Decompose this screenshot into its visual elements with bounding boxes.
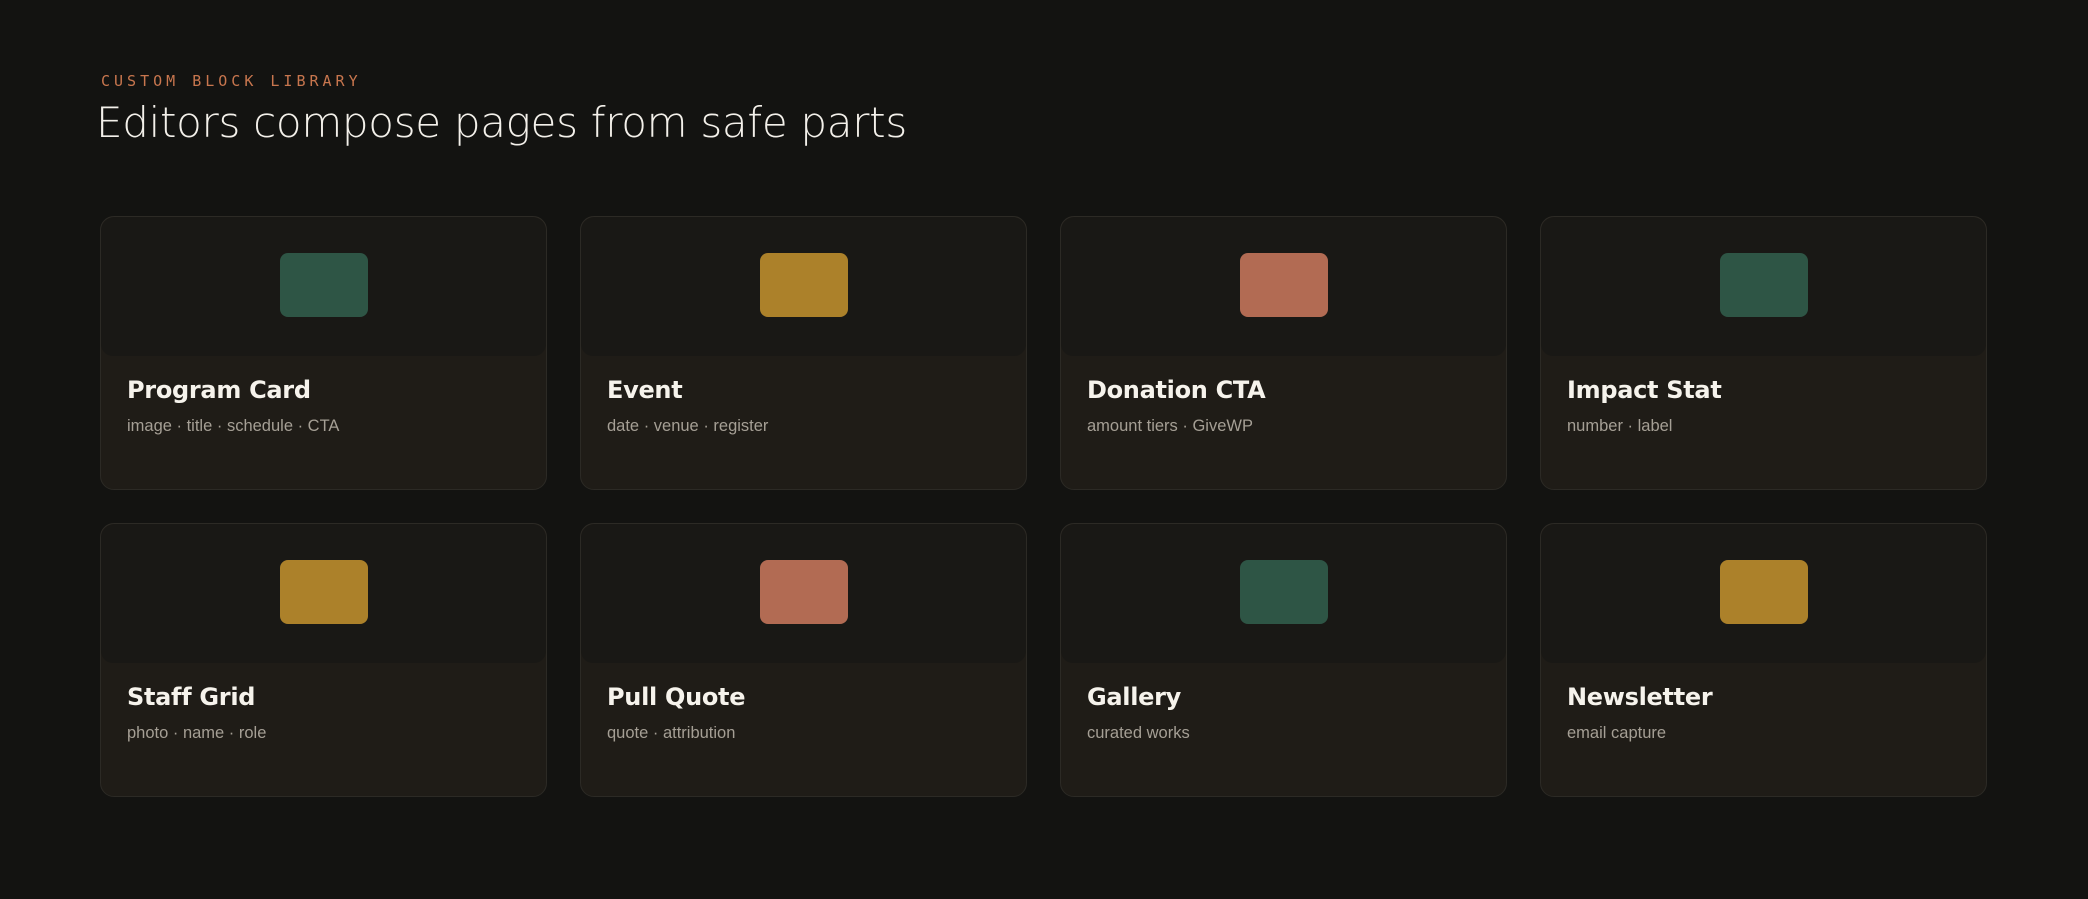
block-swatch (1719, 559, 1808, 624)
block-title: Event (607, 376, 683, 404)
block-swatch (279, 252, 368, 317)
block-title: Newsletter (1567, 683, 1713, 711)
block-card-staff-grid[interactable]: Staff Grid photo · name · role (100, 523, 547, 797)
section-eyebrow: CUSTOM BLOCK LIBRARY (101, 72, 362, 90)
block-fields: photo · name · role (127, 723, 267, 742)
block-fields: amount tiers · GiveWP (1087, 416, 1253, 435)
block-swatch (279, 559, 368, 624)
block-thumbnail (101, 217, 546, 356)
block-card-gallery[interactable]: Gallery curated works (1060, 523, 1507, 797)
page-title: Editors compose pages from safe parts (96, 98, 907, 147)
block-thumbnail (101, 524, 546, 663)
block-card-program-card[interactable]: Program Card image · title · schedule · … (100, 216, 547, 490)
block-thumbnail (581, 217, 1026, 356)
block-library-grid: Program Card image · title · schedule · … (100, 216, 1987, 797)
block-card-newsletter[interactable]: Newsletter email capture (1540, 523, 1987, 797)
block-card-pull-quote[interactable]: Pull Quote quote · attribution (580, 523, 1027, 797)
block-thumbnail (1541, 217, 1986, 356)
block-fields: date · venue · register (607, 416, 769, 435)
block-fields: image · title · schedule · CTA (127, 416, 340, 435)
block-fields: email capture (1567, 723, 1667, 742)
block-fields: curated works (1087, 723, 1190, 742)
block-swatch (1239, 559, 1328, 624)
block-fields: number · label (1567, 416, 1673, 435)
block-swatch (1719, 252, 1808, 317)
block-card-event[interactable]: Event date · venue · register (580, 216, 1027, 490)
block-title: Gallery (1087, 683, 1182, 711)
block-card-donation-cta[interactable]: Donation CTA amount tiers · GiveWP (1060, 216, 1507, 490)
block-title: Program Card (127, 376, 311, 404)
block-fields: quote · attribution (607, 723, 736, 742)
block-title: Pull Quote (607, 683, 746, 711)
block-thumbnail (581, 524, 1026, 663)
block-title: Impact Stat (1567, 376, 1722, 404)
block-swatch (759, 252, 848, 317)
block-thumbnail (1061, 524, 1506, 663)
block-title: Donation CTA (1087, 376, 1266, 404)
block-swatch (759, 559, 848, 624)
block-card-impact-stat[interactable]: Impact Stat number · label (1540, 216, 1987, 490)
block-thumbnail (1061, 217, 1506, 356)
block-thumbnail (1541, 524, 1986, 663)
block-title: Staff Grid (127, 683, 256, 711)
block-swatch (1239, 252, 1328, 317)
